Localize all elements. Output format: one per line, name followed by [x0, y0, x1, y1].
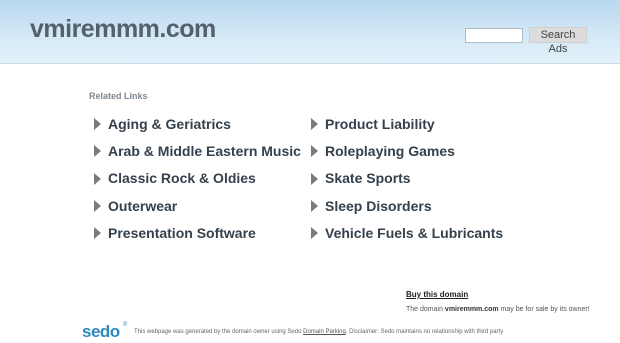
arrow-right-icon: [311, 200, 318, 213]
related-link-label: Aging & Geriatrics: [108, 115, 231, 132]
arrow-right-icon: [311, 227, 318, 240]
footer-disclaimer: This webpage was generated by the domain…: [134, 328, 596, 337]
related-link-label: Arab & Middle Eastern Music: [108, 142, 301, 159]
related-links-left-column: Aging & Geriatrics Arab & Middle Eastern…: [94, 110, 301, 246]
related-link-label: Outerwear: [108, 197, 178, 214]
related-link[interactable]: Sleep Disorders: [311, 192, 503, 219]
search-input[interactable]: [465, 28, 523, 43]
header-bar: vmiremmm.com Search Ads: [0, 0, 620, 64]
domain-parking-link[interactable]: Domain Parking: [303, 329, 346, 335]
related-link[interactable]: Product Liability: [311, 110, 503, 137]
related-link[interactable]: Vehicle Fuels & Lubricants: [311, 219, 503, 246]
search-ads-button[interactable]: Search Ads: [529, 27, 587, 55]
arrow-right-icon: [311, 118, 318, 131]
arrow-right-icon: [94, 118, 101, 131]
arrow-right-icon: [311, 145, 318, 158]
related-link[interactable]: Roleplaying Games: [311, 137, 503, 164]
related-link[interactable]: Skate Sports: [311, 165, 503, 192]
related-link[interactable]: Arab & Middle Eastern Music: [94, 137, 301, 164]
related-link[interactable]: Outerwear: [94, 192, 301, 219]
registered-mark: ®: [123, 322, 128, 328]
arrow-right-icon: [311, 172, 318, 185]
related-link-label: Classic Rock & Oldies: [108, 170, 256, 187]
related-link-label: Sleep Disorders: [325, 197, 432, 214]
related-link[interactable]: Presentation Software: [94, 219, 301, 246]
footer-text-b: . Disclaimer: Sedo maintains no relation…: [345, 329, 504, 335]
related-link-label: Product Liability: [325, 115, 435, 132]
for-sale-suffix: may be for sale by its owner!: [500, 306, 590, 313]
sedo-logo[interactable]: sedo: [82, 322, 120, 342]
related-link[interactable]: Aging & Geriatrics: [94, 110, 301, 137]
related-link-label: Presentation Software: [108, 224, 256, 241]
footer-text-a: This webpage was generated by the domain…: [134, 329, 302, 335]
arrow-right-icon: [94, 145, 101, 158]
related-link-label: Vehicle Fuels & Lubricants: [325, 224, 504, 241]
related-links-right-column: Product Liability Roleplaying Games Skat…: [311, 110, 503, 246]
arrow-right-icon: [94, 200, 101, 213]
for-sale-domain: vmiremmm.com: [444, 306, 499, 313]
related-links-heading: Related Links: [89, 91, 148, 101]
related-link-label: Roleplaying Games: [325, 142, 455, 159]
arrow-right-icon: [94, 227, 101, 240]
for-sale-prefix: The domain: [406, 306, 443, 313]
related-link-label: Skate Sports: [325, 170, 411, 187]
buy-domain-link[interactable]: Buy this domain: [406, 290, 468, 299]
arrow-right-icon: [94, 172, 101, 185]
for-sale-notice: The domain vmiremmm.com may be for sale …: [406, 306, 590, 313]
related-link[interactable]: Classic Rock & Oldies: [94, 165, 301, 192]
domain-title: vmiremmm.com: [30, 15, 216, 43]
